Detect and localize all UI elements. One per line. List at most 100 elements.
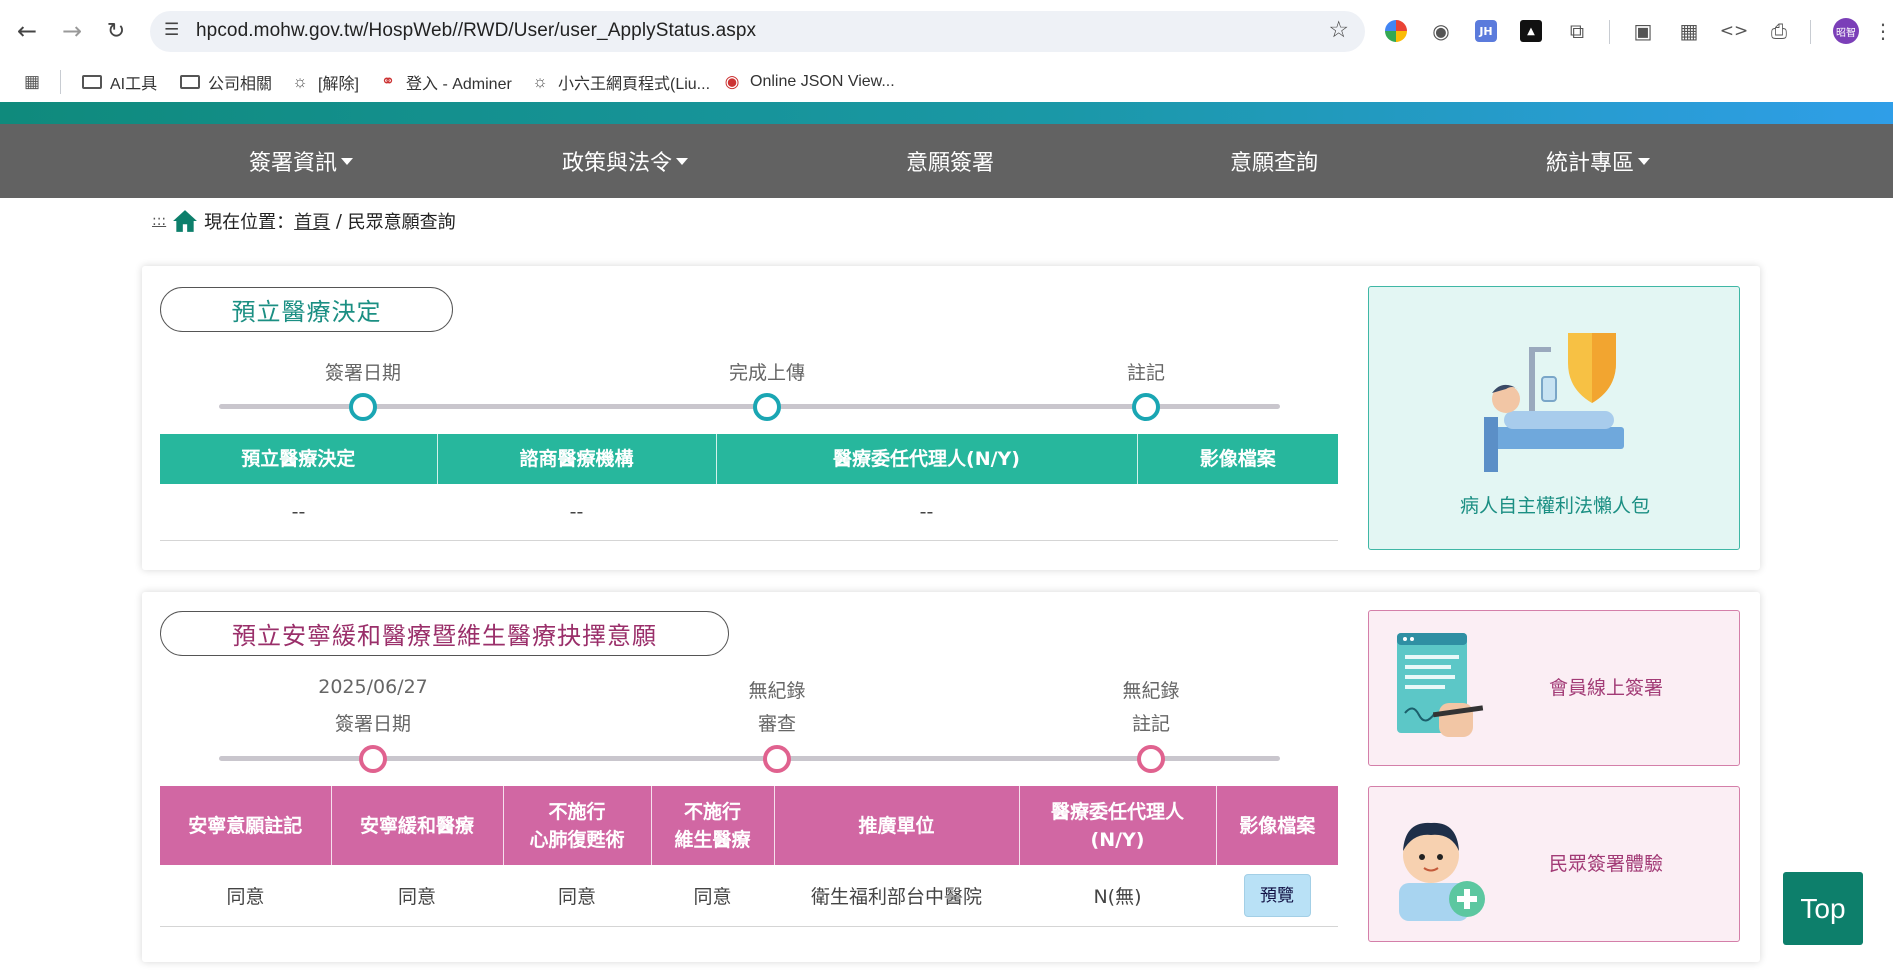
puzzle-extensions-icon[interactable]: ⧉: [1564, 18, 1590, 44]
bookmark-item[interactable]: 公司相關: [180, 67, 272, 97]
folder-icon: [82, 75, 102, 89]
advance-decision-table: 預立醫療決定 諮商醫療機構 醫療委任代理人(N/Y) 影像檔案 -- -- --: [160, 434, 1338, 541]
adminer-icon: ⚭: [380, 72, 396, 91]
camera-icon[interactable]: ◉: [1428, 18, 1454, 44]
step-label-sign-date: 簽署日期: [324, 362, 401, 384]
online-signing-panel[interactable]: 會員線上簽署: [1368, 610, 1740, 766]
table-row: -- -- --: [160, 484, 1338, 541]
signing-experience-link[interactable]: 民眾簽署體驗: [1549, 849, 1663, 876]
patient-rights-guide-link[interactable]: 病人自主權利法懶人包: [1369, 491, 1741, 518]
table-header: 安寧意願註記: [160, 786, 332, 865]
apps-grid-icon[interactable]: ▦: [22, 67, 42, 97]
progress-node-note: [1137, 745, 1165, 773]
step-label-note: 註記: [1131, 713, 1170, 735]
table-header: 影像檔案: [1137, 434, 1338, 484]
breadcrumb-home-link[interactable]: 首頁: [294, 208, 330, 234]
progress-track: [219, 404, 1280, 409]
home-icon: [173, 210, 198, 232]
caret-down-icon: [1638, 157, 1651, 165]
table-cell: 預覽: [1216, 865, 1338, 927]
progress-node-upload: [753, 393, 781, 421]
hospice-intent-card: 預立安寧緩和醫療暨維生醫療抉擇意願 2025/06/27 簽署日期 無紀錄 審查…: [142, 592, 1760, 962]
print-icon[interactable]: ⎙: [1766, 18, 1792, 44]
nav-item-statistics[interactable]: 統計專區: [1546, 124, 1651, 198]
table-header: 預立醫療決定: [160, 434, 438, 484]
accesskey-anchor[interactable]: :::: [152, 213, 166, 229]
table-header: 醫療委任代理人 (N/Y): [1019, 786, 1217, 865]
toolbar-divider: [1609, 20, 1610, 44]
toolbar-divider: [1810, 20, 1811, 44]
preview-button[interactable]: 預覽: [1243, 873, 1311, 917]
table-header: 不施行 維生醫療: [651, 786, 775, 865]
step-label-upload: 完成上傳: [728, 362, 805, 384]
reload-icon[interactable]: ↻: [101, 13, 131, 49]
folder-icon: [180, 75, 200, 89]
google-extension-icon[interactable]: [1385, 20, 1407, 42]
json-viewer-icon: ◉: [724, 72, 740, 91]
table-cell: --: [716, 484, 1137, 541]
address-bar[interactable]: ☰ hpcod.mohw.gov.tw/HospWeb//RWD/User/us…: [150, 11, 1365, 52]
table-header: 影像檔案: [1216, 786, 1338, 865]
url-text[interactable]: hpcod.mohw.gov.tw/HospWeb//RWD/User/user…: [196, 20, 756, 42]
step-value-sign-date: 2025/06/27: [318, 676, 428, 698]
site-settings-icon[interactable]: ☰: [164, 20, 179, 40]
table-cell: 同意: [651, 865, 774, 927]
advance-decision-card: 預立醫療決定 簽署日期 完成上傳 註記 預立醫療決定 諮商醫療機構 醫療委任代理…: [142, 266, 1760, 570]
globe-icon: ☼: [532, 72, 548, 91]
table-row: 同意 同意 同意 同意 衛生福利部台中醫院 N(無) 預覽: [160, 865, 1338, 927]
table-cell: 同意: [503, 865, 651, 927]
online-signing-link[interactable]: 會員線上簽署: [1549, 673, 1663, 700]
bookmark-item[interactable]: ⚭ 登入 - Adminer: [378, 67, 512, 97]
nav-item-policy-laws[interactable]: 政策與法令: [562, 124, 689, 198]
step-label-note: 註記: [1126, 362, 1165, 384]
qr-code-icon[interactable]: ▦: [1676, 18, 1702, 44]
table-cell: --: [437, 484, 716, 541]
hospice-intent-title: 預立安寧緩和醫療暨維生醫療抉擇意願: [160, 611, 729, 656]
table-header: 安寧緩和醫療: [331, 786, 504, 865]
step-value-note: 無紀錄: [1122, 680, 1180, 702]
code-icon[interactable]: <>: [1720, 18, 1749, 44]
bookmark-item[interactable]: AI工具: [82, 67, 157, 97]
signing-document-icon: [1397, 633, 1484, 737]
globe-icon: ☼: [292, 72, 308, 91]
bookmark-divider: [60, 70, 61, 94]
progress-node-note: [1132, 393, 1160, 421]
table-cell: 同意: [331, 865, 503, 927]
table-header: 不施行 心肺復甦術: [503, 786, 652, 865]
nurse-avatar-icon: [1399, 822, 1485, 921]
step-value-review: 無紀錄: [748, 680, 806, 702]
bookmark-item[interactable]: ☼ 小六王網頁程式(Liu...: [530, 67, 710, 97]
breadcrumb-current: 民眾意願查詢: [347, 212, 456, 233]
patient-in-bed-icon: [1484, 333, 1624, 472]
back-arrow-icon[interactable]: ←: [12, 13, 42, 49]
forward-arrow-icon[interactable]: →: [57, 13, 87, 49]
bookmark-item[interactable]: ◉ Online JSON View...: [722, 67, 895, 97]
table-header: 推廣單位: [774, 786, 1020, 865]
bookmark-item[interactable]: ☼ [解除]: [290, 67, 359, 97]
profile-avatar[interactable]: 昭智: [1833, 18, 1859, 44]
jh-extension-icon[interactable]: JH: [1475, 20, 1497, 42]
main-navigation: 簽署資訊 政策與法令 意願簽署 意願查詢 統計專區: [0, 124, 1893, 198]
nav-item-signing-info[interactable]: 簽署資訊: [249, 124, 354, 198]
nav-item-sign-intent[interactable]: 意願簽署: [906, 124, 994, 198]
signing-experience-panel[interactable]: 民眾簽署體驗: [1368, 786, 1740, 942]
table-cell: --: [160, 484, 437, 541]
caret-down-icon: [341, 157, 354, 165]
bookmarks-bar: ▦ AI工具 公司相關 ☼ [解除] ⚭ 登入 - Adminer ☼ 小六王網…: [0, 62, 1893, 102]
advance-decision-title: 預立醫療決定: [160, 287, 453, 332]
breadcrumb: ::: 現在位置： 首頁 / 民眾意願查詢: [152, 206, 456, 236]
table-header: 諮商醫療機構: [437, 434, 717, 484]
browser-toolbar: ← → ↻ ☰ hpcod.mohw.gov.tw/HospWeb//RWD/U…: [0, 0, 1893, 62]
progress-node-review: [763, 745, 791, 773]
browser-menu-icon[interactable]: ⋮: [1873, 18, 1893, 44]
patient-rights-guide-panel[interactable]: 病人自主權利法懶人包: [1368, 286, 1740, 550]
extension-logo-icon[interactable]: ▲: [1520, 20, 1542, 42]
table-cell: N(無): [1019, 865, 1216, 927]
step-label-sign-date: 簽署日期: [334, 713, 411, 735]
back-to-top-button[interactable]: Top: [1783, 872, 1863, 945]
screen-capture-icon[interactable]: ▣: [1630, 18, 1656, 44]
nav-item-query-intent[interactable]: 意願查詢: [1230, 124, 1318, 198]
table-cell: 衛生福利部台中醫院: [774, 865, 1019, 927]
bookmark-star-icon[interactable]: ☆: [1328, 17, 1349, 43]
progress-node-sign-date: [359, 745, 387, 773]
